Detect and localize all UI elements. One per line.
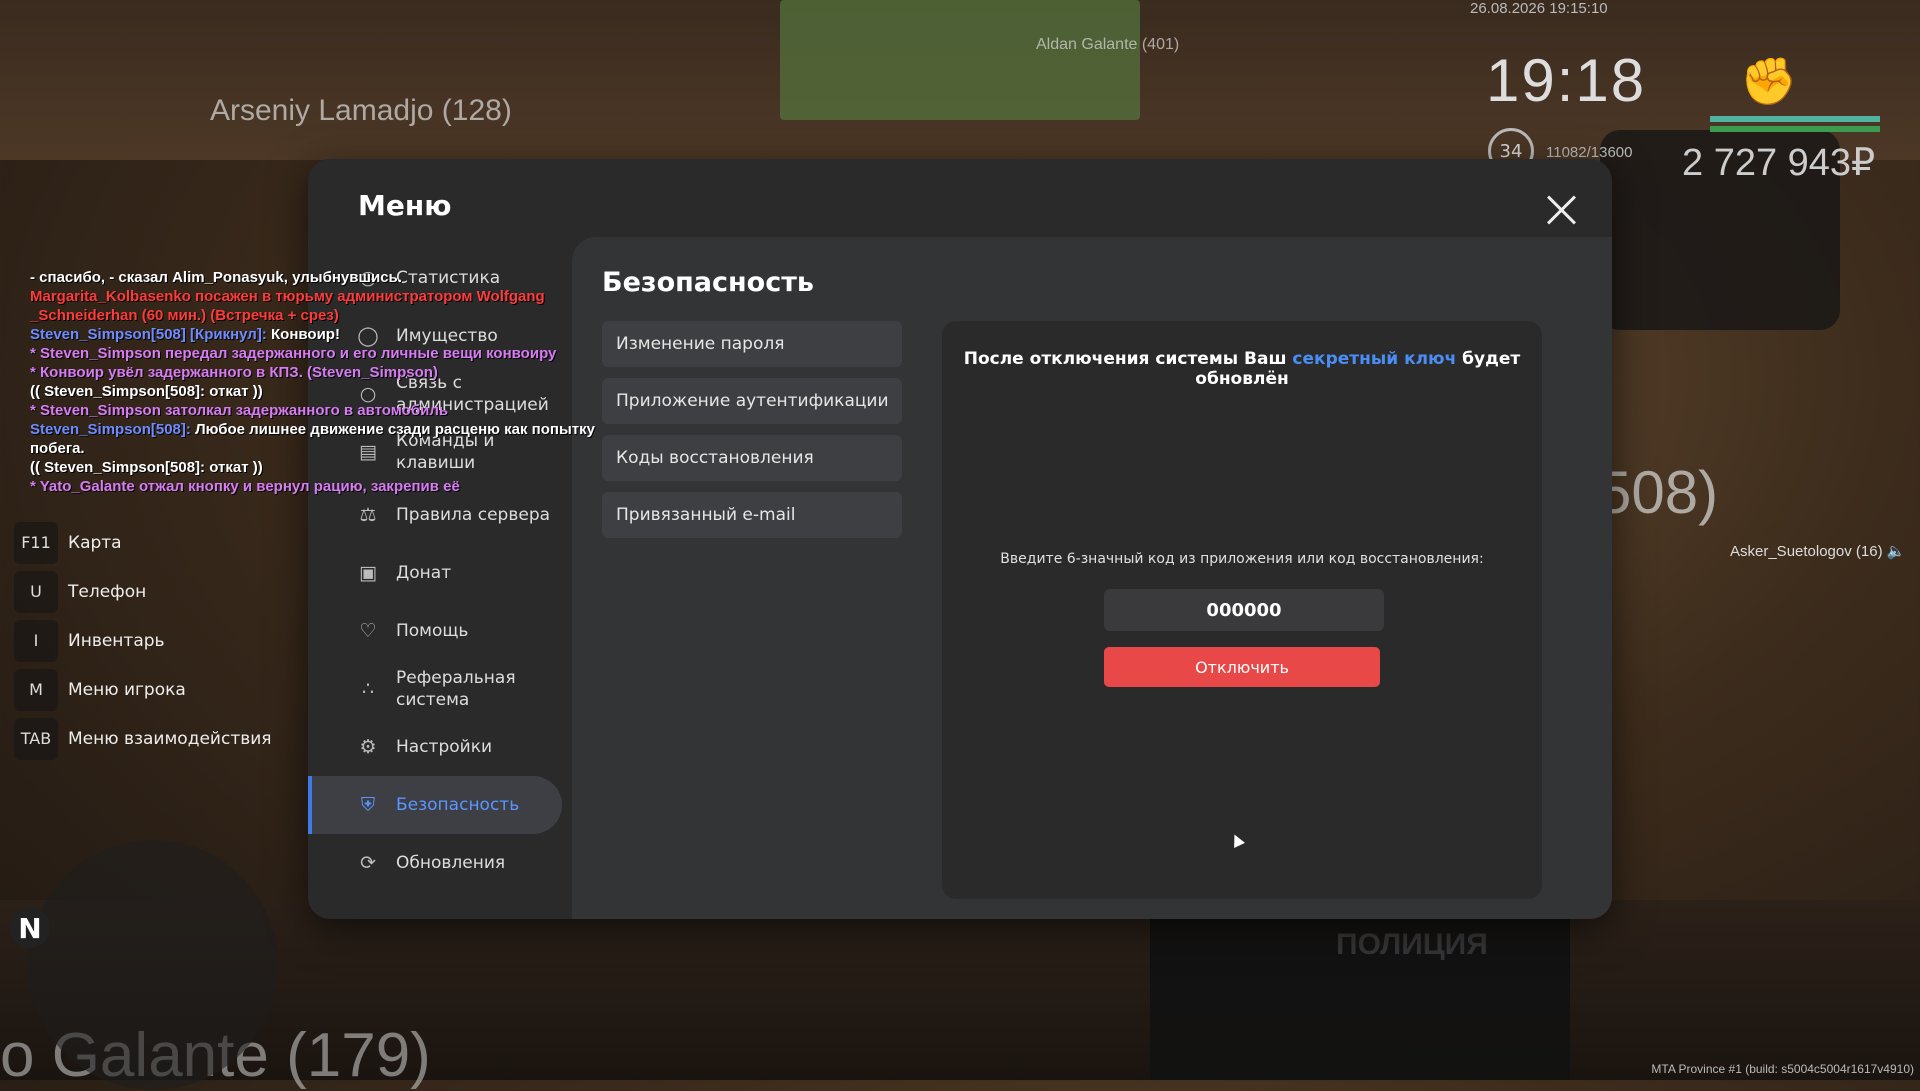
chat-line: _Schneiderhan (60 мин.) (Встречка + срез… [30, 307, 339, 324]
chat-line: * Steven_Simpson передал задержанного и … [30, 345, 557, 362]
sidebar-item-referral[interactable]: ∴ Реферальная система [308, 660, 562, 718]
panel-heading: После отключения системы Ваш секретный к… [963, 349, 1521, 389]
sidebar-item-security[interactable]: ⛨ Безопасность [308, 776, 562, 834]
keybind-item-phone: U Телефон [14, 567, 272, 616]
keybind-key: U [14, 570, 58, 613]
compass-north-icon: N [10, 908, 50, 948]
auth-app-panel: После отключения системы Ваш секретный к… [942, 321, 1542, 899]
chat-line: Steven_Simpson[508] [Крикнул]: Конвоир! [30, 326, 340, 343]
sidebar-item-label: Донат [396, 563, 452, 583]
scales-icon: ⚖ [359, 504, 377, 526]
chat-line: * Конвоир увёл задержанного в КПЗ. (Stev… [30, 364, 438, 381]
keybind-label: Меню взаимодействия [68, 728, 272, 749]
armor-bar [1710, 126, 1880, 132]
money-display: 2 727 943₽ [1682, 142, 1876, 184]
keybind-label: Карта [68, 532, 122, 553]
scene-wall-map [780, 0, 1140, 120]
nametag-top: Arseniy Lamadjo (128) [210, 94, 512, 127]
keybind-key: I [14, 619, 58, 662]
speaker-icon: 🔈 [1886, 543, 1906, 560]
subnav-linked-email[interactable]: Привязанный e-mail [602, 492, 902, 538]
update-icon: ⟳ [360, 852, 376, 874]
sidebar-item-label: Безопасность [396, 795, 520, 815]
health-bar [1710, 116, 1880, 122]
hud-datetime: 26.08.2026 19:15:10 [1470, 0, 1608, 17]
keybind-label: Меню игрока [68, 679, 186, 700]
chat-line: * Steven_Simpson затолкал задержанного в… [30, 402, 449, 419]
code-hint: Введите 6-значный код из приложения или … [1000, 551, 1484, 567]
keybind-label: Телефон [68, 581, 147, 602]
sidebar-item-label: Реферальная система [396, 668, 516, 710]
keybind-key: TAB [14, 717, 58, 760]
chat-line: Steven_Simpson[508]: Любое лишнее движен… [30, 421, 595, 438]
keybind-item-map: F11 Карта [14, 518, 272, 567]
sidebar-item-label: Обновления [396, 853, 506, 873]
wallet-icon: ▣ [359, 562, 377, 584]
auth-code-input[interactable] [1104, 589, 1384, 631]
sidebar-item-updates[interactable]: ⟳ Обновления [308, 834, 562, 892]
keybind-key: F11 [14, 521, 58, 564]
gear-icon: ⚙ [359, 736, 377, 758]
security-content: Безопасность Изменение пароля Приложение… [572, 237, 1612, 919]
chat-line: (( Steven_Simpson[508]: откат )) [30, 383, 263, 400]
heart-hand-icon: ♡ [359, 620, 377, 642]
chat-line: побега. [30, 440, 85, 457]
secret-key-link[interactable]: секретный ключ [1292, 349, 1456, 369]
chat-line: (( Steven_Simpson[508]: откат )) [30, 459, 263, 476]
sidebar-item-label: Настройки [396, 737, 493, 757]
chat-line: * Yato_Galante отжал кнопку и вернул рац… [30, 478, 460, 495]
disable-button[interactable]: Отключить [1104, 647, 1380, 687]
modal-title: Меню [358, 189, 452, 222]
referral-icon: ∴ [361, 678, 375, 700]
fist-icon: ✊ [1740, 54, 1798, 108]
chat-log: - спасибо, - сказал Alim_Ponasyuk, улыбн… [30, 268, 650, 496]
nametag-center: Aldan Galante (401) [1036, 36, 1180, 53]
keybind-label: Инвентарь [68, 630, 165, 651]
build-info: MTA Province #1 (build: s5004c5004r1617v… [1651, 1062, 1914, 1076]
sidebar-item-donate[interactable]: ▣ Донат [308, 544, 562, 602]
sidebar-item-label: Правила сервера [396, 505, 551, 525]
shield-icon: ⛨ [360, 794, 376, 816]
keybind-list: F11 Карта U Телефон I Инвентарь M Меню игрок… [14, 518, 272, 763]
minimap [28, 840, 278, 1090]
sidebar-item-help[interactable]: ♡ Помощь [308, 602, 562, 660]
keybind-item-interaction-menu: TAB Меню взаимодействия [14, 714, 272, 763]
keybind-item-inventory: I Инвентарь [14, 616, 272, 665]
hud-clock: 19:18 [1486, 47, 1647, 114]
nametag-right: Asker_Suetologov (16) 🔈 [1730, 543, 1906, 560]
sidebar-item-settings[interactable]: ⚙ Настройки [308, 718, 562, 776]
police-label: ПОЛИЦИЯ [1336, 928, 1488, 961]
hud-status-bars [1710, 116, 1880, 136]
chat-line: Margarita_Kolbasenko посажен в тюрьму ад… [30, 288, 545, 305]
keybind-item-player-menu: M Меню игрока [14, 665, 272, 714]
chat-line: - спасибо, - сказал Alim_Ponasyuk, улыбн… [30, 269, 402, 286]
nametag-right-big: 508) [1598, 459, 1719, 526]
sidebar-item-label: Помощь [396, 621, 469, 641]
keybind-key: M [14, 668, 58, 711]
close-icon[interactable] [1544, 193, 1578, 227]
